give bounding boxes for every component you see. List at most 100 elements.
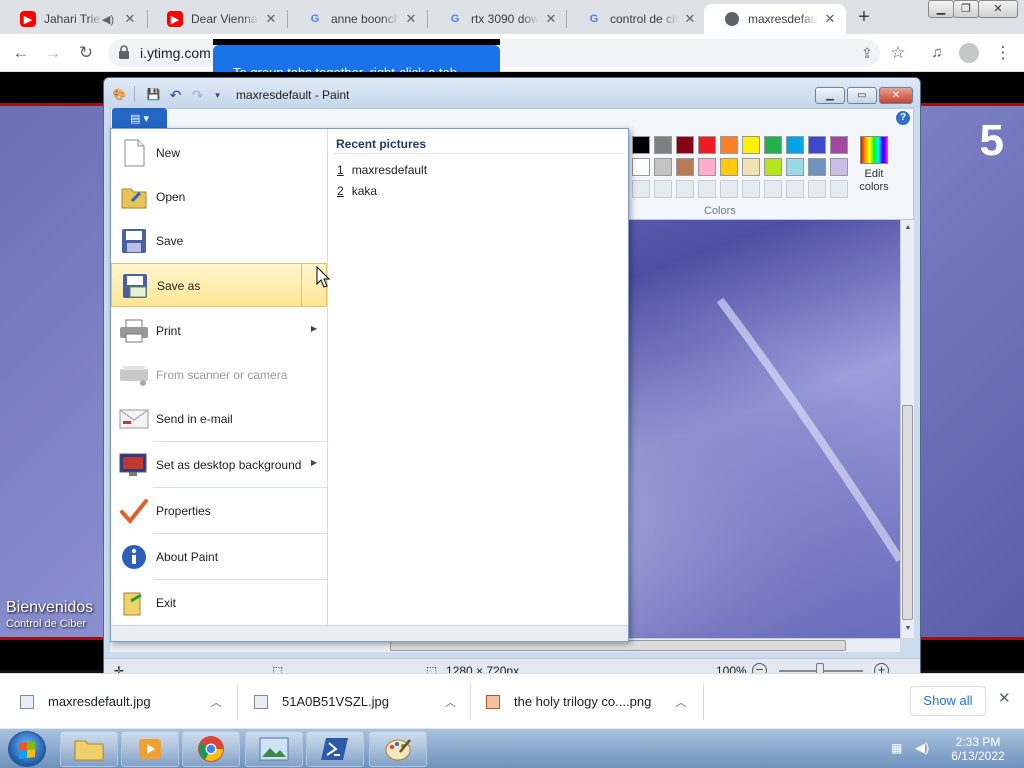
menu-item-send-email[interactable]: Send in e-mail [111, 397, 327, 441]
color-swatch[interactable] [698, 180, 716, 198]
color-swatch[interactable] [654, 180, 672, 198]
color-swatch[interactable] [808, 158, 826, 176]
recent-item-1[interactable]: 1 maxresdefault [337, 163, 427, 177]
speaker-icon[interactable]: ◀) [102, 13, 114, 26]
share-icon[interactable]: ⇪ [856, 42, 878, 64]
color-swatch[interactable] [830, 180, 848, 198]
tab-dear-vienna[interactable]: ▶ Dear Vienna - ✕ [147, 4, 287, 34]
vertical-scrollbar[interactable]: ▲ ▼ [900, 220, 914, 638]
tab-rtx[interactable]: G rtx 3090 down ✕ [427, 4, 567, 34]
menu-item-from-scanner[interactable]: From scanner or camera [111, 353, 327, 397]
vertical-scroll-thumb[interactable] [902, 405, 913, 620]
chevron-up-icon[interactable]: ︿ [211, 694, 222, 710]
chevron-up-icon[interactable]: ︿ [675, 694, 686, 710]
color-swatch[interactable] [720, 180, 738, 198]
close-icon[interactable]: ✕ [682, 11, 698, 27]
back-icon[interactable]: ← [10, 42, 32, 64]
close-icon[interactable]: ✕ [403, 11, 419, 27]
color-swatch[interactable] [830, 158, 848, 176]
paint-maximize-button[interactable]: ▭ [847, 87, 877, 104]
forward-icon[interactable]: → [42, 42, 64, 64]
minimize-button[interactable]: ▁ [928, 0, 954, 18]
color-swatch[interactable] [742, 136, 760, 154]
profile-avatar-icon[interactable] [958, 42, 980, 64]
menu-item-save[interactable]: Save [111, 219, 327, 263]
scroll-down-arrow-icon[interactable]: ▼ [901, 625, 915, 632]
download-item-3[interactable]: the holy trilogy co....png ︿ [486, 674, 686, 729]
recent-item-2[interactable]: 2 kaka [337, 184, 377, 198]
tab-control[interactable]: G control de cib ✕ [566, 4, 706, 34]
undo-icon[interactable]: ↶ [168, 88, 183, 102]
start-button[interactable] [8, 731, 46, 767]
color-swatch[interactable] [764, 136, 782, 154]
taskbar-paint[interactable] [369, 731, 427, 767]
close-window-button[interactable]: ✕ [978, 0, 1018, 18]
save-icon[interactable]: 💾 [146, 88, 161, 102]
color-swatch[interactable] [632, 136, 650, 154]
color-swatch[interactable] [786, 158, 804, 176]
menu-item-set-desktop-background[interactable]: Set as desktop background ▶ [111, 443, 327, 487]
taskbar-chrome[interactable] [182, 731, 240, 767]
redo-icon[interactable]: ↷ [190, 88, 205, 102]
color-swatch[interactable] [742, 158, 760, 176]
menu-item-properties[interactable]: Properties [111, 489, 327, 533]
color-swatch[interactable] [632, 180, 650, 198]
clock[interactable]: 2:33 PM 6/13/2022 [943, 735, 1013, 763]
color-swatch[interactable] [654, 158, 672, 176]
scroll-up-arrow-icon[interactable]: ▲ [901, 224, 915, 231]
color-swatch[interactable] [808, 180, 826, 198]
menu-kebab-icon[interactable]: ⋮ [992, 42, 1014, 64]
close-icon[interactable]: ✕ [543, 11, 559, 27]
tab-anne[interactable]: G anne booncho ✕ [287, 4, 427, 34]
reload-icon[interactable]: ↻ [75, 42, 97, 64]
bookmark-star-icon[interactable]: ☆ [887, 42, 909, 64]
volume-icon[interactable]: ◀) [915, 740, 929, 756]
tab-maxresdefault[interactable]: maxresdefault ✕ [704, 4, 846, 34]
color-swatch[interactable] [676, 136, 694, 154]
taskbar-powershell[interactable] [306, 731, 364, 767]
color-swatch[interactable] [676, 158, 694, 176]
help-icon[interactable]: ? [896, 111, 910, 125]
menu-item-exit[interactable]: Exit [111, 581, 327, 625]
color-swatch[interactable] [698, 158, 716, 176]
close-icon[interactable]: ✕ [122, 11, 138, 27]
paint-minimize-button[interactable]: ▁ [815, 87, 845, 104]
close-icon[interactable]: ✕ [998, 689, 1011, 707]
menu-item-new[interactable]: New [111, 131, 327, 175]
download-item-2[interactable]: 51A0B51VSZL.jpg ︿ [254, 674, 456, 729]
color-swatch[interactable] [786, 180, 804, 198]
color-swatch[interactable] [720, 136, 738, 154]
color-swatch[interactable] [654, 136, 672, 154]
taskbar-explorer[interactable] [60, 731, 118, 767]
close-icon[interactable]: ✕ [263, 11, 279, 27]
taskbar-photo-viewer[interactable] [245, 731, 303, 767]
color-swatch[interactable] [698, 136, 716, 154]
color-swatch[interactable] [720, 158, 738, 176]
menu-item-open[interactable]: Open [111, 175, 327, 219]
tab-jahari[interactable]: ▶ Jahari Tries ◀) ✕ [0, 4, 146, 34]
color-swatch[interactable] [632, 158, 650, 176]
menu-item-about-paint[interactable]: About Paint [111, 535, 327, 579]
network-icon[interactable]: ▦ [891, 741, 902, 755]
edit-colors-button[interactable]: Edit colors [852, 136, 896, 194]
restore-button[interactable]: ❐ [953, 0, 979, 18]
download-item-1[interactable]: maxresdefault.jpg ︿ [20, 674, 222, 729]
color-swatch[interactable] [742, 180, 760, 198]
menu-item-save-as[interactable]: Save as [111, 263, 327, 307]
chevron-up-icon[interactable]: ︿ [445, 694, 456, 710]
new-tab-button[interactable]: + [852, 6, 876, 30]
taskbar-media-player[interactable] [121, 731, 179, 767]
paint-close-button[interactable]: ✕ [879, 87, 913, 104]
paint-file-menu-button[interactable]: ▤ ▾ [112, 108, 167, 130]
menu-item-print[interactable]: Print ▶ [111, 309, 327, 353]
customize-quick-access-icon[interactable]: ▾ [210, 88, 225, 102]
close-icon[interactable]: ✕ [822, 11, 838, 27]
media-control-icon[interactable]: ♫ [926, 42, 948, 64]
color-swatch[interactable] [786, 136, 804, 154]
color-swatch[interactable] [764, 158, 782, 176]
show-all-downloads-button[interactable]: Show all [910, 686, 986, 716]
color-swatch[interactable] [764, 180, 782, 198]
paint-title-bar[interactable]: 🎨 💾 ↶ ↷ ▾ maxresdefault - Paint ▁ ▭ ✕ [104, 78, 920, 108]
color-swatch[interactable] [676, 180, 694, 198]
color-swatch[interactable] [808, 136, 826, 154]
